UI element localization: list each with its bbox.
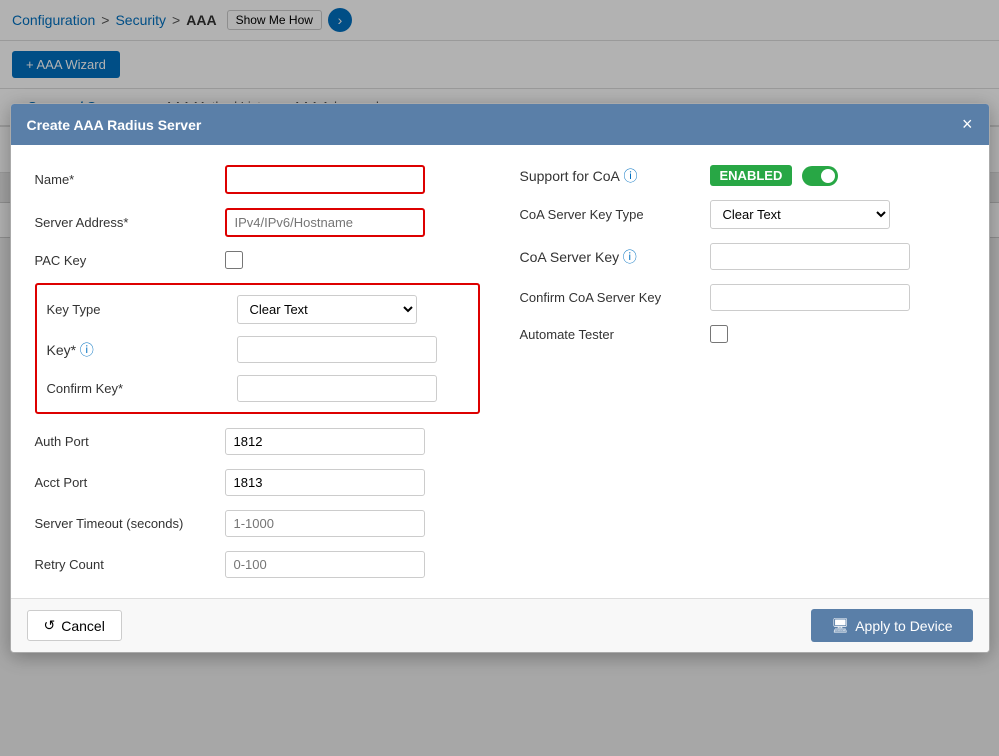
support-coa-info-icon: ⓘ [624, 168, 638, 184]
modal-header: Create AAA Radius Server × [11, 104, 989, 145]
retry-count-row: Retry Count [35, 551, 480, 578]
server-address-input[interactable] [225, 208, 425, 237]
confirm-key-row: Confirm Key* [47, 375, 468, 402]
cancel-icon: ↺ [44, 617, 56, 634]
server-address-row: Server Address* [35, 208, 480, 237]
coa-key-type-select[interactable]: Clear Text Encrypted [710, 200, 890, 229]
confirm-coa-key-input[interactable] [710, 284, 910, 311]
retry-count-input[interactable] [225, 551, 425, 578]
modal-close-button[interactable]: × [962, 114, 973, 135]
server-timeout-input[interactable] [225, 510, 425, 537]
name-label: Name* [35, 172, 215, 187]
apply-icon: 🖥 [831, 617, 849, 634]
confirm-coa-key-label: Confirm CoA Server Key [520, 290, 700, 305]
support-coa-toggle[interactable] [802, 166, 838, 186]
apply-to-device-button[interactable]: 🖥 Apply to Device [811, 609, 972, 642]
key-type-select[interactable]: Clear Text Encrypted [237, 295, 417, 324]
key-label: Key* ⓘ [47, 340, 227, 360]
coa-server-key-row: CoA Server Key ⓘ [520, 243, 965, 270]
confirm-coa-key-row: Confirm CoA Server Key [520, 284, 965, 311]
auth-port-row: Auth Port [35, 428, 480, 455]
coa-server-key-label: CoA Server Key ⓘ [520, 247, 700, 267]
acct-port-label: Acct Port [35, 475, 215, 490]
modal-body: Name* Server Address* PAC Key Key Type [11, 145, 989, 598]
acct-port-row: Acct Port [35, 469, 480, 496]
key-group: Key Type Clear Text Encrypted Key* ⓘ [35, 283, 480, 414]
key-type-row: Key Type Clear Text Encrypted [47, 295, 468, 324]
key-row: Key* ⓘ [47, 336, 468, 363]
support-coa-label: Support for CoA ⓘ [520, 166, 700, 186]
modal-footer: ↺ Cancel 🖥 Apply to Device [11, 598, 989, 652]
key-info-icon: ⓘ [80, 342, 94, 358]
pac-key-checkbox[interactable] [225, 251, 243, 269]
retry-count-label: Retry Count [35, 557, 215, 572]
coa-key-type-row: CoA Server Key Type Clear Text Encrypted [520, 200, 965, 229]
cancel-button[interactable]: ↺ Cancel [27, 610, 122, 641]
auth-port-input[interactable] [225, 428, 425, 455]
server-timeout-label: Server Timeout (seconds) [35, 516, 215, 531]
key-input[interactable] [237, 336, 437, 363]
name-input[interactable] [225, 165, 425, 194]
auth-port-label: Auth Port [35, 434, 215, 449]
server-address-label: Server Address* [35, 215, 215, 230]
automate-tester-row: Automate Tester [520, 325, 965, 343]
pac-key-label: PAC Key [35, 253, 215, 268]
coa-key-type-label: CoA Server Key Type [520, 207, 700, 222]
pac-key-row: PAC Key [35, 251, 480, 269]
create-aaa-radius-modal: Create AAA Radius Server × Name* Server … [10, 103, 990, 653]
name-row: Name* [35, 165, 480, 194]
coa-server-key-info-icon: ⓘ [623, 249, 637, 265]
enabled-badge: ENABLED [710, 165, 793, 186]
modal-overlay: Create AAA Radius Server × Name* Server … [0, 0, 999, 756]
key-type-label: Key Type [47, 302, 227, 317]
cancel-label: Cancel [61, 618, 105, 634]
acct-port-input[interactable] [225, 469, 425, 496]
server-timeout-row: Server Timeout (seconds) [35, 510, 480, 537]
coa-server-key-input[interactable] [710, 243, 910, 270]
support-coa-row: Support for CoA ⓘ ENABLED [520, 165, 965, 186]
right-form-section: Support for CoA ⓘ ENABLED CoA Server Key… [520, 165, 965, 578]
confirm-key-label: Confirm Key* [47, 381, 227, 396]
confirm-key-input[interactable] [237, 375, 437, 402]
left-form-section: Name* Server Address* PAC Key Key Type [35, 165, 480, 578]
automate-tester-label: Automate Tester [520, 327, 700, 342]
automate-tester-checkbox[interactable] [710, 325, 728, 343]
modal-title: Create AAA Radius Server [27, 117, 202, 133]
apply-label: Apply to Device [855, 618, 952, 634]
